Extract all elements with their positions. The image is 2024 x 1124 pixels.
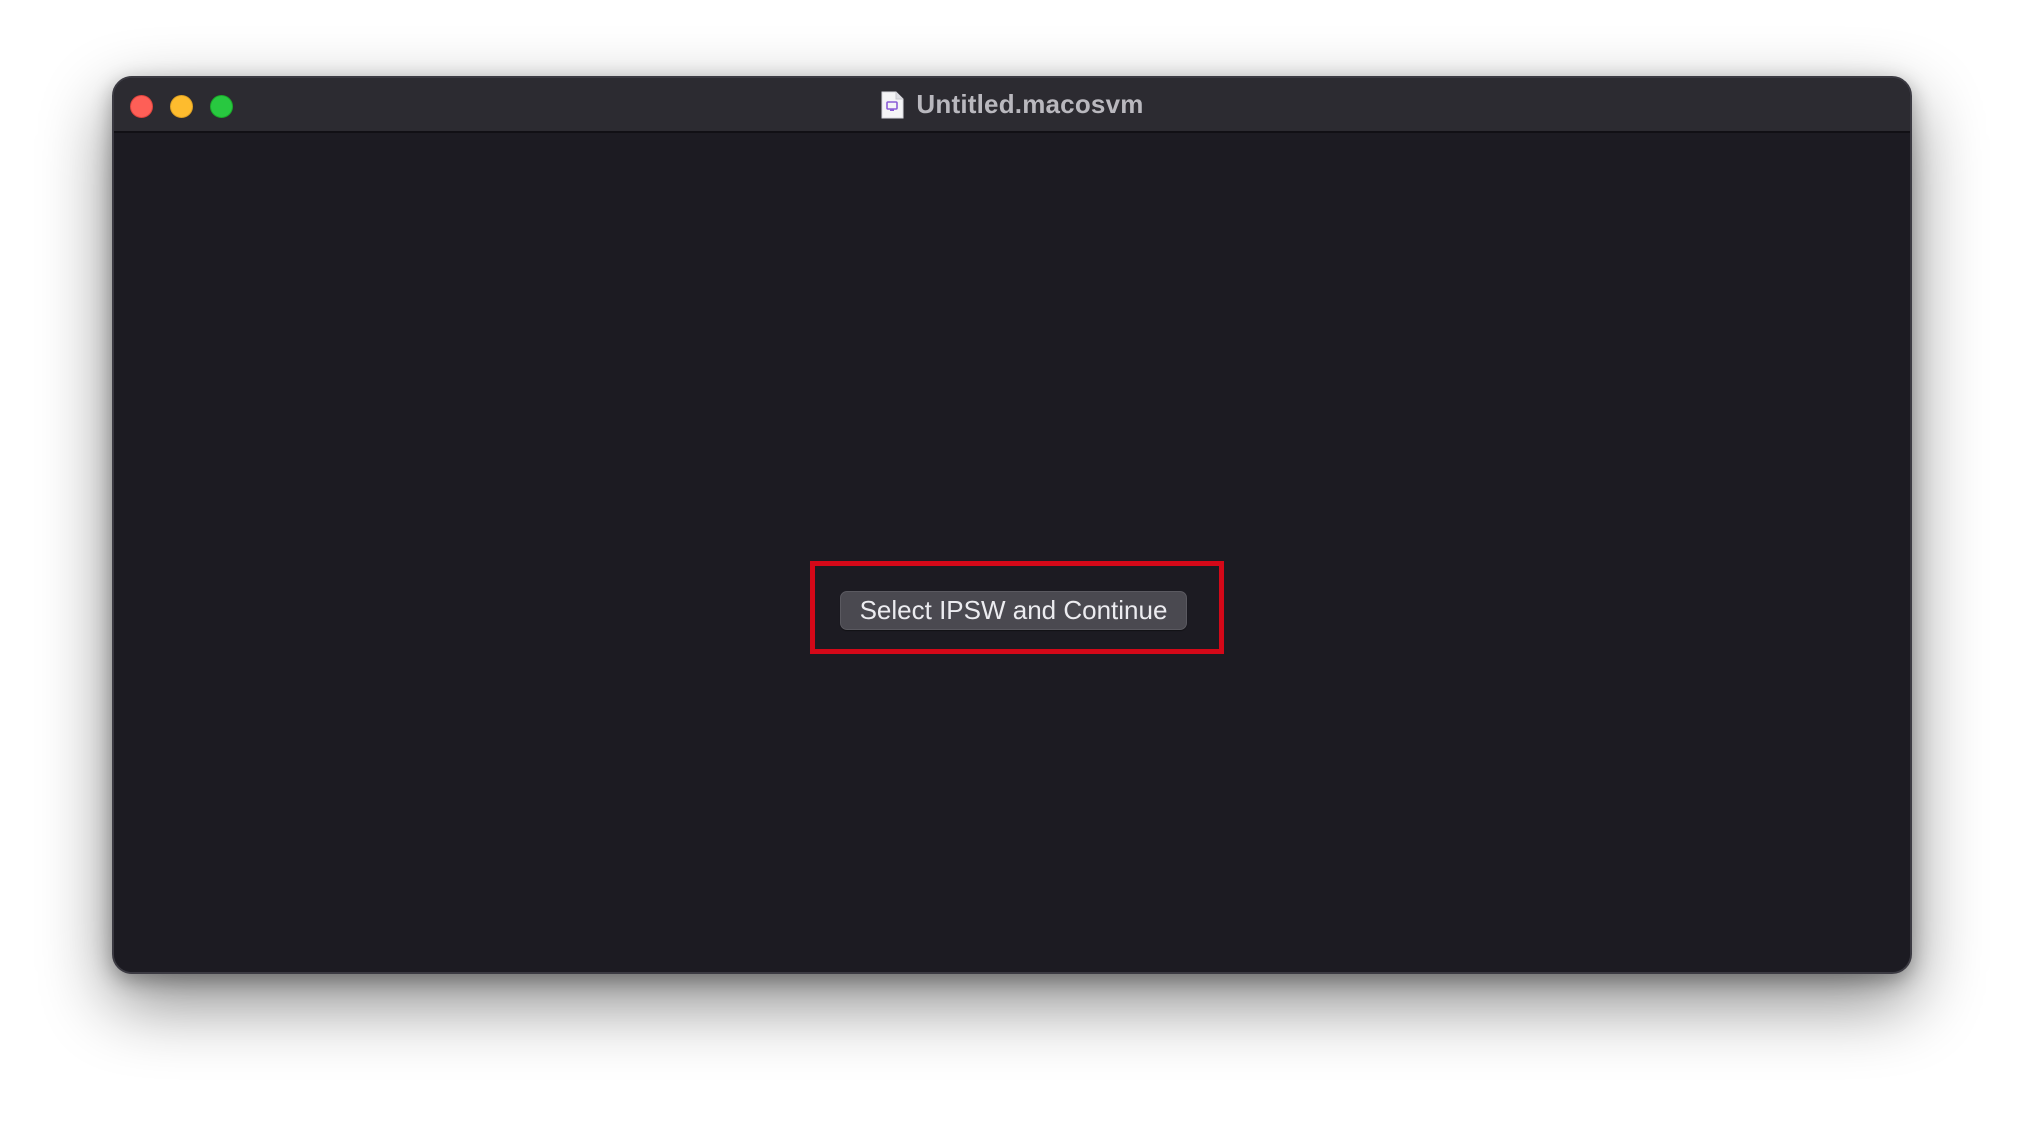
app-window: Untitled.macosvm Select IPSW and Continu… [112, 76, 1912, 974]
window-content: Select IPSW and Continue [114, 133, 1910, 972]
desktop-background: Untitled.macosvm Select IPSW and Continu… [0, 0, 2024, 1124]
select-ipsw-button[interactable]: Select IPSW and Continue [840, 591, 1187, 630]
window-title: Untitled.macosvm [916, 89, 1144, 119]
window-title-group: Untitled.macosvm [114, 78, 1910, 131]
document-icon [880, 91, 904, 119]
title-bar[interactable]: Untitled.macosvm [114, 78, 1910, 133]
